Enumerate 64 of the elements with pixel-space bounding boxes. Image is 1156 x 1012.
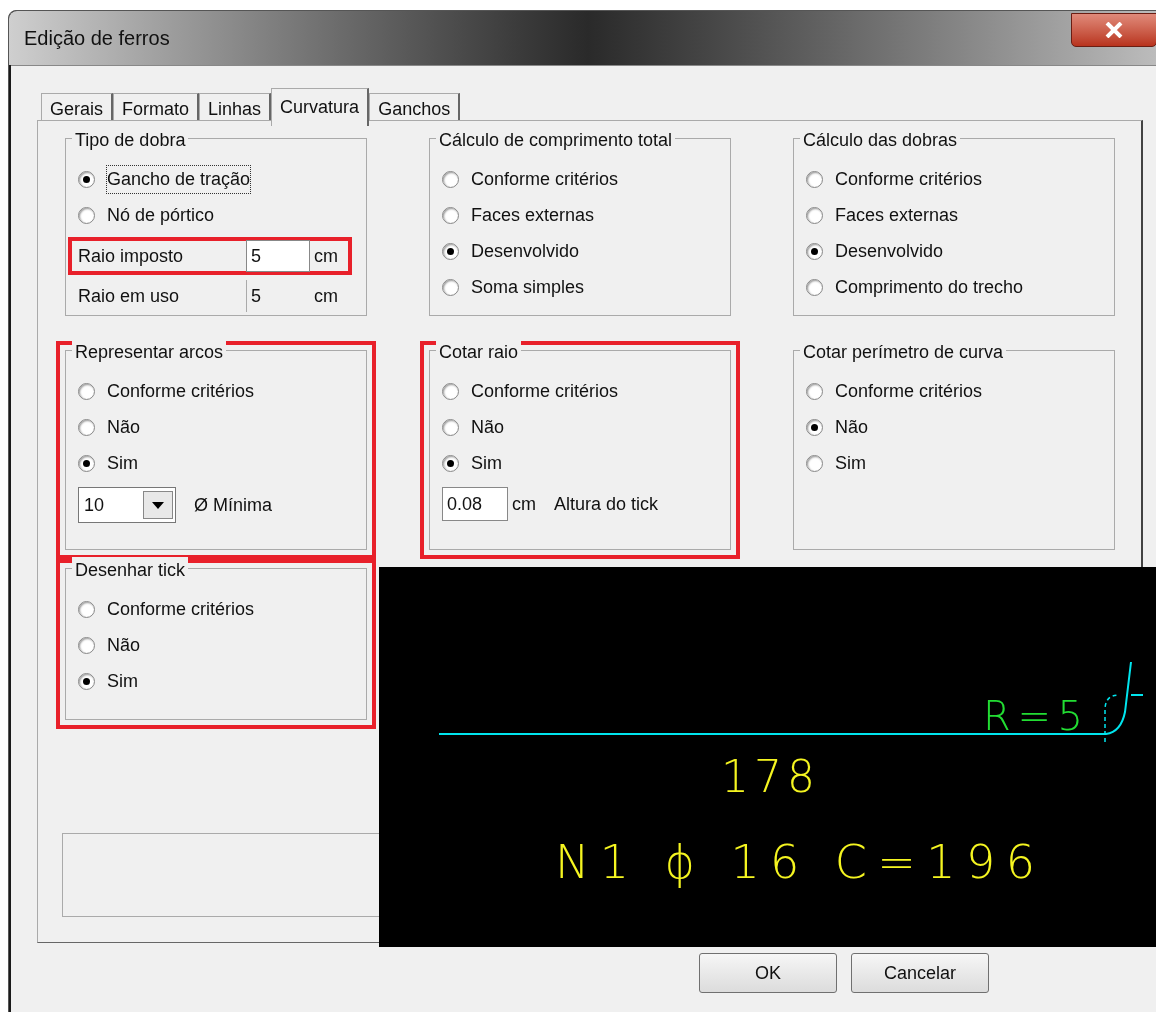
dropdown[interactable]: 10: [78, 487, 176, 523]
radio-button[interactable]: [442, 454, 459, 472]
radio-button[interactable]: [78, 206, 95, 224]
option-label[interactable]: Desenvolvido: [835, 237, 944, 265]
option-label[interactable]: Sim: [471, 449, 502, 477]
drawing-label: N1 ϕ 16 C=196: [555, 835, 1035, 889]
radio-button[interactable]: [806, 278, 823, 296]
radio-button[interactable]: [806, 418, 823, 436]
radio-button[interactable]: [78, 382, 95, 400]
radio-button[interactable]: [442, 170, 459, 188]
option-label[interactable]: Nó de pórtico: [107, 201, 215, 229]
input-field[interactable]: 5: [246, 240, 310, 272]
option-label[interactable]: Não: [107, 413, 141, 441]
radio-button[interactable]: [442, 278, 459, 296]
caret-icon: [152, 501, 164, 509]
radio-button[interactable]: [806, 170, 823, 188]
radio-button[interactable]: [78, 600, 95, 618]
option-label[interactable]: Faces externas: [471, 201, 595, 229]
radio-button[interactable]: [442, 206, 459, 224]
radio-button[interactable]: [78, 418, 95, 436]
window-title: Edição de ferros: [24, 26, 170, 51]
option-label[interactable]: Conforme critérios: [835, 165, 983, 193]
option-label[interactable]: Conforme critérios: [471, 377, 619, 405]
option-label[interactable]: Desenvolvido: [471, 237, 580, 265]
option-label[interactable]: Faces externas: [835, 201, 959, 229]
option-label[interactable]: Gancho de tração: [107, 165, 251, 193]
option-label[interactable]: Sim: [835, 449, 866, 477]
radio-button[interactable]: [806, 242, 823, 260]
close-button[interactable]: [1071, 13, 1156, 47]
radio-button[interactable]: [806, 382, 823, 400]
radio-button[interactable]: [78, 672, 95, 690]
option-label[interactable]: Sim: [107, 449, 138, 477]
dropdown-label: Ø Mínima: [194, 493, 272, 517]
close-icon: [1105, 22, 1123, 38]
unit-label: cm: [512, 492, 536, 516]
dialog-button[interactable]: OK: [699, 953, 837, 993]
field-label: Altura do tick: [554, 492, 659, 516]
radio-button[interactable]: [806, 454, 823, 472]
radio-button[interactable]: [442, 382, 459, 400]
option-label[interactable]: Comprimento do trecho: [835, 273, 1024, 301]
option-label[interactable]: Sim: [107, 667, 138, 695]
radio-button[interactable]: [78, 170, 95, 188]
field-label: Raio imposto: [78, 244, 185, 268]
input-field[interactable]: 0.08: [442, 487, 508, 521]
tab[interactable]: Curvatura: [271, 88, 370, 126]
drawing-label: 178: [721, 751, 815, 802]
radio-button[interactable]: [442, 242, 459, 260]
radio-button[interactable]: [806, 206, 823, 224]
unit-label: cm: [314, 244, 338, 268]
unit-label: cm: [314, 284, 338, 308]
field-label: Raio em uso: [78, 284, 181, 308]
option-label[interactable]: Conforme critérios: [835, 377, 983, 405]
option-label[interactable]: Conforme critérios: [107, 377, 255, 405]
option-label[interactable]: Soma simples: [471, 273, 585, 301]
option-label[interactable]: Não: [107, 631, 141, 659]
dialog-button[interactable]: Cancelar: [851, 953, 989, 993]
radio-button[interactable]: [78, 636, 95, 654]
radio-button[interactable]: [442, 418, 459, 436]
option-label[interactable]: Conforme critérios: [471, 165, 619, 193]
option-label[interactable]: Conforme critérios: [107, 595, 255, 623]
option-label[interactable]: Não: [471, 413, 505, 441]
option-label[interactable]: Não: [835, 413, 869, 441]
drawing-label: R=5: [983, 693, 1083, 739]
radio-button[interactable]: [78, 454, 95, 472]
